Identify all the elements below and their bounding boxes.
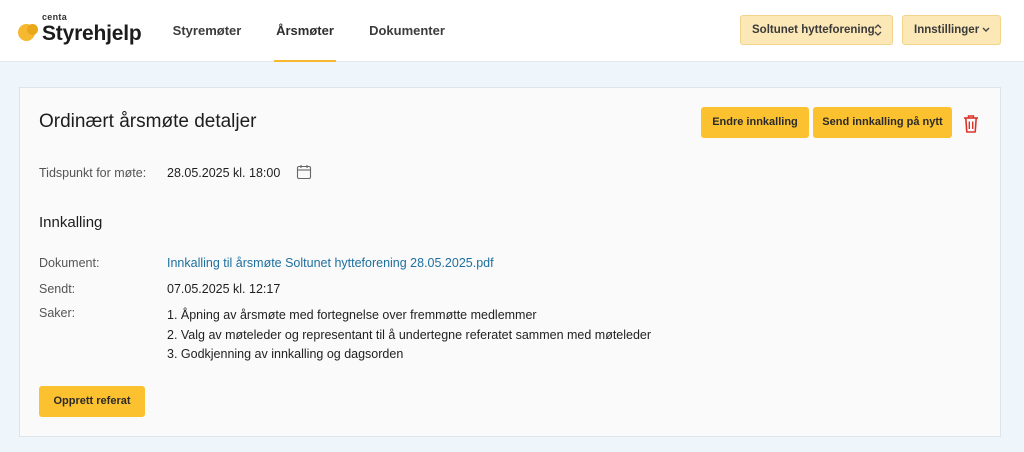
- page-title: Ordinært årsmøte detaljer: [39, 111, 257, 132]
- resend-notice-button[interactable]: Send innkalling på nytt: [813, 107, 952, 138]
- sent-value: 07.05.2025 kl. 12:17: [167, 282, 281, 296]
- association-select-label: Soltunet hytteforening: [752, 24, 875, 36]
- meeting-time-label: Tidspunkt for møte:: [39, 166, 147, 180]
- nav-arsmoter-label: Årsmøter: [276, 23, 334, 38]
- nav-styremoter[interactable]: Styremøter: [168, 0, 246, 62]
- top-navigation-bar: centa Styrehjelp Styremøter Årsmøter Dok…: [0, 0, 1024, 62]
- agenda-items-list: 1. Åpning av årsmøte med fortegnelse ove…: [167, 306, 651, 365]
- logo-title: Styrehjelp: [42, 22, 142, 45]
- notice-section-title: Innkalling: [39, 214, 103, 231]
- updown-chevron-icon: [874, 16, 882, 56]
- agenda-item: 2. Valg av møteleder og representant til…: [167, 327, 652, 342]
- document-label: Dokument:: [39, 256, 100, 270]
- items-label: Saker:: [39, 306, 76, 320]
- create-minutes-button[interactable]: Opprett referat: [39, 386, 145, 417]
- chevron-down-icon: [982, 16, 990, 56]
- settings-menu[interactable]: Innstillinger: [902, 15, 1001, 45]
- meeting-time-value: 28.05.2025 kl. 18:00: [167, 166, 281, 180]
- logo-mark-icon: [18, 24, 38, 42]
- app-logo[interactable]: centa Styrehjelp: [18, 12, 148, 52]
- edit-notice-button[interactable]: Endre innkalling: [701, 107, 809, 138]
- agenda-item: 3. Godkjenning av innkalling og dagsorde…: [167, 347, 404, 361]
- sent-label: Sendt:: [39, 282, 76, 296]
- association-select[interactable]: Soltunet hytteforening: [740, 15, 893, 45]
- nav-dokumenter[interactable]: Dokumenter: [366, 0, 448, 62]
- logo-brand: centa: [42, 12, 68, 22]
- active-tab-indicator: [274, 60, 336, 62]
- agenda-item: 1. Åpning av årsmøte med fortegnelse ove…: [167, 308, 537, 322]
- notice-document-link[interactable]: Innkalling til årsmøte Soltunet hyttefor…: [167, 256, 494, 270]
- nav-arsmoter[interactable]: Årsmøter: [274, 0, 336, 62]
- delete-trash-icon[interactable]: [963, 114, 979, 134]
- settings-menu-label: Innstillinger: [914, 24, 980, 36]
- annual-meeting-details-card: Ordinært årsmøte detaljer Endre innkalli…: [19, 87, 1001, 437]
- calendar-icon[interactable]: [296, 164, 312, 180]
